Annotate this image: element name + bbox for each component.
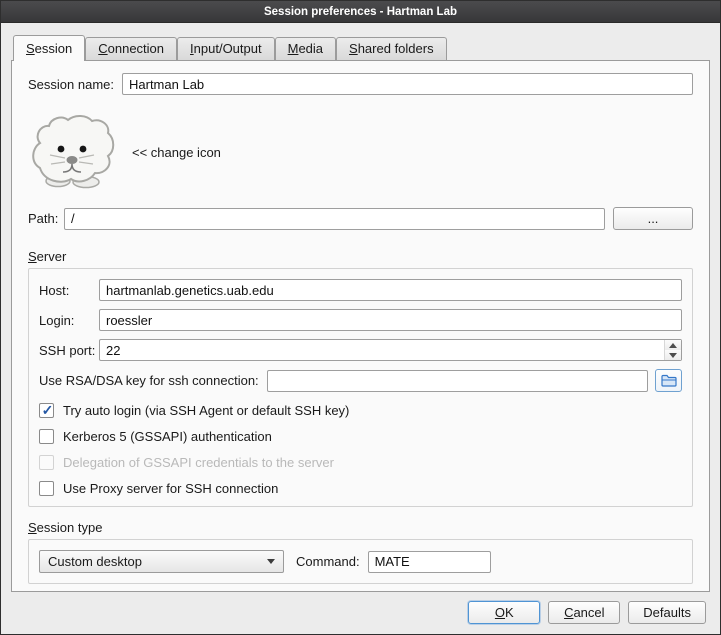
kerberos-checkbox-row[interactable]: Kerberos 5 (GSSAPI) authentication: [39, 429, 682, 444]
proxy-label: Use Proxy server for SSH connection: [63, 481, 278, 496]
seal-mascot-icon: [28, 112, 120, 192]
ssh-port-arrows: [664, 340, 681, 360]
host-label: Host:: [39, 283, 99, 298]
proxy-checkbox-row[interactable]: Use Proxy server for SSH connection: [39, 481, 682, 496]
command-label: Command:: [296, 554, 360, 569]
defaults-button[interactable]: Defaults: [628, 601, 706, 624]
session-type-group-label: Session type: [28, 520, 693, 535]
ssh-port-input[interactable]: [99, 339, 682, 361]
path-row: Path: ...: [28, 207, 693, 230]
tab-shared-folders[interactable]: Shared folders: [336, 37, 447, 60]
gssapi-delegation-checkbox: [39, 455, 54, 470]
session-type-selected: Custom desktop: [48, 554, 259, 569]
rsa-key-input[interactable]: [267, 370, 648, 392]
session-name-row: Session name:: [28, 73, 693, 95]
auto-login-label: Try auto login (via SSH Agent or default…: [63, 403, 349, 418]
auto-login-checkbox-row[interactable]: Try auto login (via SSH Agent or default…: [39, 403, 682, 418]
session-name-input[interactable]: [122, 73, 693, 95]
session-icon-row: << change icon: [28, 112, 693, 192]
login-label: Login:: [39, 313, 99, 328]
dialog-footer: OK Cancel Defaults: [15, 601, 706, 624]
window-titlebar[interactable]: Session preferences - Hartman Lab: [1, 1, 720, 23]
path-input[interactable]: [64, 208, 605, 230]
window-title: Session preferences - Hartman Lab: [264, 6, 457, 18]
gssapi-delegation-label: Delegation of GSSAPI credentials to the …: [63, 455, 334, 470]
tab-connection[interactable]: Connection: [85, 37, 177, 60]
login-row: Login:: [39, 309, 682, 331]
server-groupbox: Host: Login: SSH port: Use RSA/DSA k: [28, 268, 693, 507]
session-icon-button[interactable]: [28, 112, 120, 192]
host-row: Host:: [39, 279, 682, 301]
session-preferences-dialog: Session preferences - Hartman Lab Sessio…: [0, 0, 721, 635]
rsa-key-browse-button[interactable]: [655, 369, 682, 392]
path-label: Path:: [28, 211, 64, 226]
ssh-port-spinbox: [99, 339, 682, 361]
spin-down-arrow-icon[interactable]: [665, 350, 681, 360]
proxy-checkbox[interactable]: [39, 481, 54, 496]
session-type-dropdown[interactable]: Custom desktop: [39, 550, 284, 573]
gssapi-delegation-checkbox-row: Delegation of GSSAPI credentials to the …: [39, 455, 682, 470]
rsa-key-row: Use RSA/DSA key for ssh connection:: [39, 369, 682, 392]
kerberos-label: Kerberos 5 (GSSAPI) authentication: [63, 429, 272, 444]
tab-media[interactable]: Media: [275, 37, 336, 60]
ssh-port-row: SSH port:: [39, 339, 682, 361]
path-browse-button[interactable]: ...: [613, 207, 693, 230]
session-tab-page: Session name: << change icon Path:: [11, 60, 710, 592]
tab-input-output[interactable]: Input/Output: [177, 37, 275, 60]
ok-button[interactable]: OK: [468, 601, 540, 624]
session-name-label: Session name:: [28, 77, 114, 92]
rsa-key-label: Use RSA/DSA key for ssh connection:: [39, 373, 259, 388]
tab-session[interactable]: Session: [13, 35, 85, 61]
auto-login-checkbox[interactable]: [39, 403, 54, 418]
command-input[interactable]: [368, 551, 491, 573]
kerberos-checkbox[interactable]: [39, 429, 54, 444]
session-type-groupbox: Custom desktop Command:: [28, 539, 693, 584]
folder-icon: [661, 374, 677, 387]
session-type-row: Custom desktop Command:: [39, 550, 682, 573]
ssh-port-label: SSH port:: [39, 343, 99, 358]
host-input[interactable]: [99, 279, 682, 301]
server-group-label: Server: [28, 249, 693, 264]
change-icon-hint: << change icon: [132, 145, 221, 160]
login-input[interactable]: [99, 309, 682, 331]
cancel-button[interactable]: Cancel: [548, 601, 620, 624]
tab-bar: Session Connection Input/Output Media Sh…: [1, 23, 720, 60]
dropdown-arrow-icon: [267, 559, 275, 564]
spin-up-arrow-icon[interactable]: [665, 340, 681, 350]
